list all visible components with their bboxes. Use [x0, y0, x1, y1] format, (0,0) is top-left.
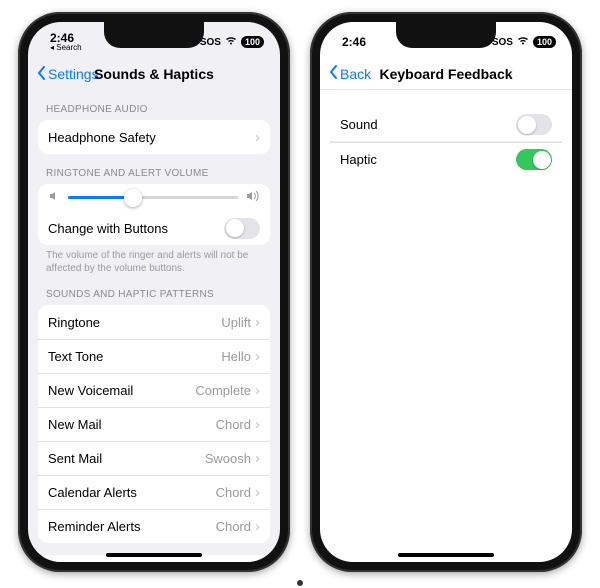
wifi-icon: [225, 36, 237, 48]
battery-icon: 100: [533, 36, 556, 48]
toggle-sound[interactable]: [516, 114, 552, 135]
wifi-icon: [517, 36, 529, 48]
row-label: Reminder Alerts: [48, 519, 216, 534]
row-value: Uplift: [221, 315, 251, 330]
toggle-haptic[interactable]: [516, 149, 552, 170]
back-button[interactable]: Back: [328, 65, 371, 82]
row-value: Hello: [221, 349, 251, 364]
volume-note: The volume of the ringer and alerts will…: [38, 245, 270, 275]
row-value: Chord: [216, 417, 251, 432]
section-headphone: HEADPHONE AUDIO: [38, 90, 270, 120]
volume-low-icon: [48, 190, 60, 205]
row-label: Change with Buttons: [48, 221, 224, 236]
back-label: Back: [340, 66, 371, 82]
row-label: Haptic: [340, 152, 516, 167]
home-indicator[interactable]: [106, 553, 202, 557]
status-back-hint[interactable]: ◂ Search: [50, 44, 82, 52]
volume-slider-row: [38, 184, 270, 211]
chevron-right-icon: ›: [255, 416, 260, 433]
row-calendar-alerts[interactable]: Calendar Alerts Chord ›: [38, 475, 270, 509]
row-sent-mail[interactable]: Sent Mail Swoosh ›: [38, 441, 270, 475]
chevron-right-icon: ›: [255, 314, 260, 331]
row-label: Headphone Safety: [48, 130, 255, 145]
chevron-right-icon: ›: [255, 382, 260, 399]
row-text-tone[interactable]: Text Tone Hello ›: [38, 339, 270, 373]
chevron-right-icon: ›: [255, 518, 260, 535]
row-label: Sound: [340, 117, 516, 132]
row-ringtone[interactable]: Ringtone Uplift ›: [38, 305, 270, 339]
group-patterns: Ringtone Uplift › Text Tone Hello › New …: [38, 305, 270, 543]
status-sos: SOS: [492, 37, 513, 48]
battery-icon: 100: [241, 36, 264, 48]
row-headphone-safety[interactable]: Headphone Safety ›: [38, 120, 270, 154]
status-sos: SOS: [200, 37, 221, 48]
volume-slider[interactable]: [68, 196, 238, 199]
row-label: Text Tone: [48, 349, 221, 364]
row-label: Ringtone: [48, 315, 221, 330]
toggle-change-buttons[interactable]: [224, 218, 260, 239]
status-time: 2:46: [342, 36, 366, 48]
scroll-content-left[interactable]: HEADPHONE AUDIO Headphone Safety › RINGT…: [28, 90, 280, 562]
section-patterns: SOUNDS AND HAPTIC PATTERNS: [38, 275, 270, 305]
row-value: Chord: [216, 485, 251, 500]
chevron-right-icon: ›: [255, 484, 260, 501]
back-button[interactable]: Settings: [36, 66, 99, 83]
slider-thumb[interactable]: [124, 189, 142, 207]
row-reminder-alerts[interactable]: Reminder Alerts Chord ›: [38, 509, 270, 543]
row-label: New Voicemail: [48, 383, 195, 398]
row-value: Swoosh: [205, 451, 251, 466]
section-volume: RINGTONE AND ALERT VOLUME: [38, 154, 270, 184]
chevron-right-icon: ›: [255, 450, 260, 467]
phone-right: 2:46 SOS 100 Back Keyboard Feedb: [310, 12, 582, 572]
chevron-right-icon: ›: [255, 129, 260, 146]
row-value: Chord: [216, 519, 251, 534]
row-label: Calendar Alerts: [48, 485, 216, 500]
nav-bar-left: Settings Sounds & Haptics: [28, 58, 280, 90]
group-volume: Change with Buttons: [38, 184, 270, 245]
row-new-mail[interactable]: New Mail Chord ›: [38, 407, 270, 441]
notch: [104, 22, 204, 48]
scroll-content-right[interactable]: Sound Haptic: [320, 90, 572, 562]
row-label: Sent Mail: [48, 451, 205, 466]
page-dot-indicator: [297, 580, 303, 586]
nav-bar-right: Back Keyboard Feedback: [320, 58, 572, 90]
row-sound: Sound: [330, 108, 562, 142]
phone-left: 2:46 ◂ Search SOS 100 Settings: [18, 12, 290, 572]
group-feedback: Sound Haptic: [330, 108, 562, 176]
screen-left: 2:46 ◂ Search SOS 100 Settings: [28, 22, 280, 562]
screen-right: 2:46 SOS 100 Back Keyboard Feedb: [320, 22, 572, 562]
row-haptic: Haptic: [330, 142, 562, 176]
home-indicator[interactable]: [398, 553, 494, 557]
chevron-right-icon: ›: [255, 348, 260, 365]
notch: [396, 22, 496, 48]
row-value: Complete: [195, 383, 251, 398]
row-change-buttons: Change with Buttons: [38, 211, 270, 245]
row-new-voicemail[interactable]: New Voicemail Complete ›: [38, 373, 270, 407]
volume-high-icon: [246, 190, 260, 205]
row-label: New Mail: [48, 417, 216, 432]
group-headphone: Headphone Safety ›: [38, 120, 270, 154]
chevron-left-icon: [328, 65, 338, 82]
back-label: Settings: [48, 66, 99, 82]
chevron-left-icon: [36, 66, 46, 83]
